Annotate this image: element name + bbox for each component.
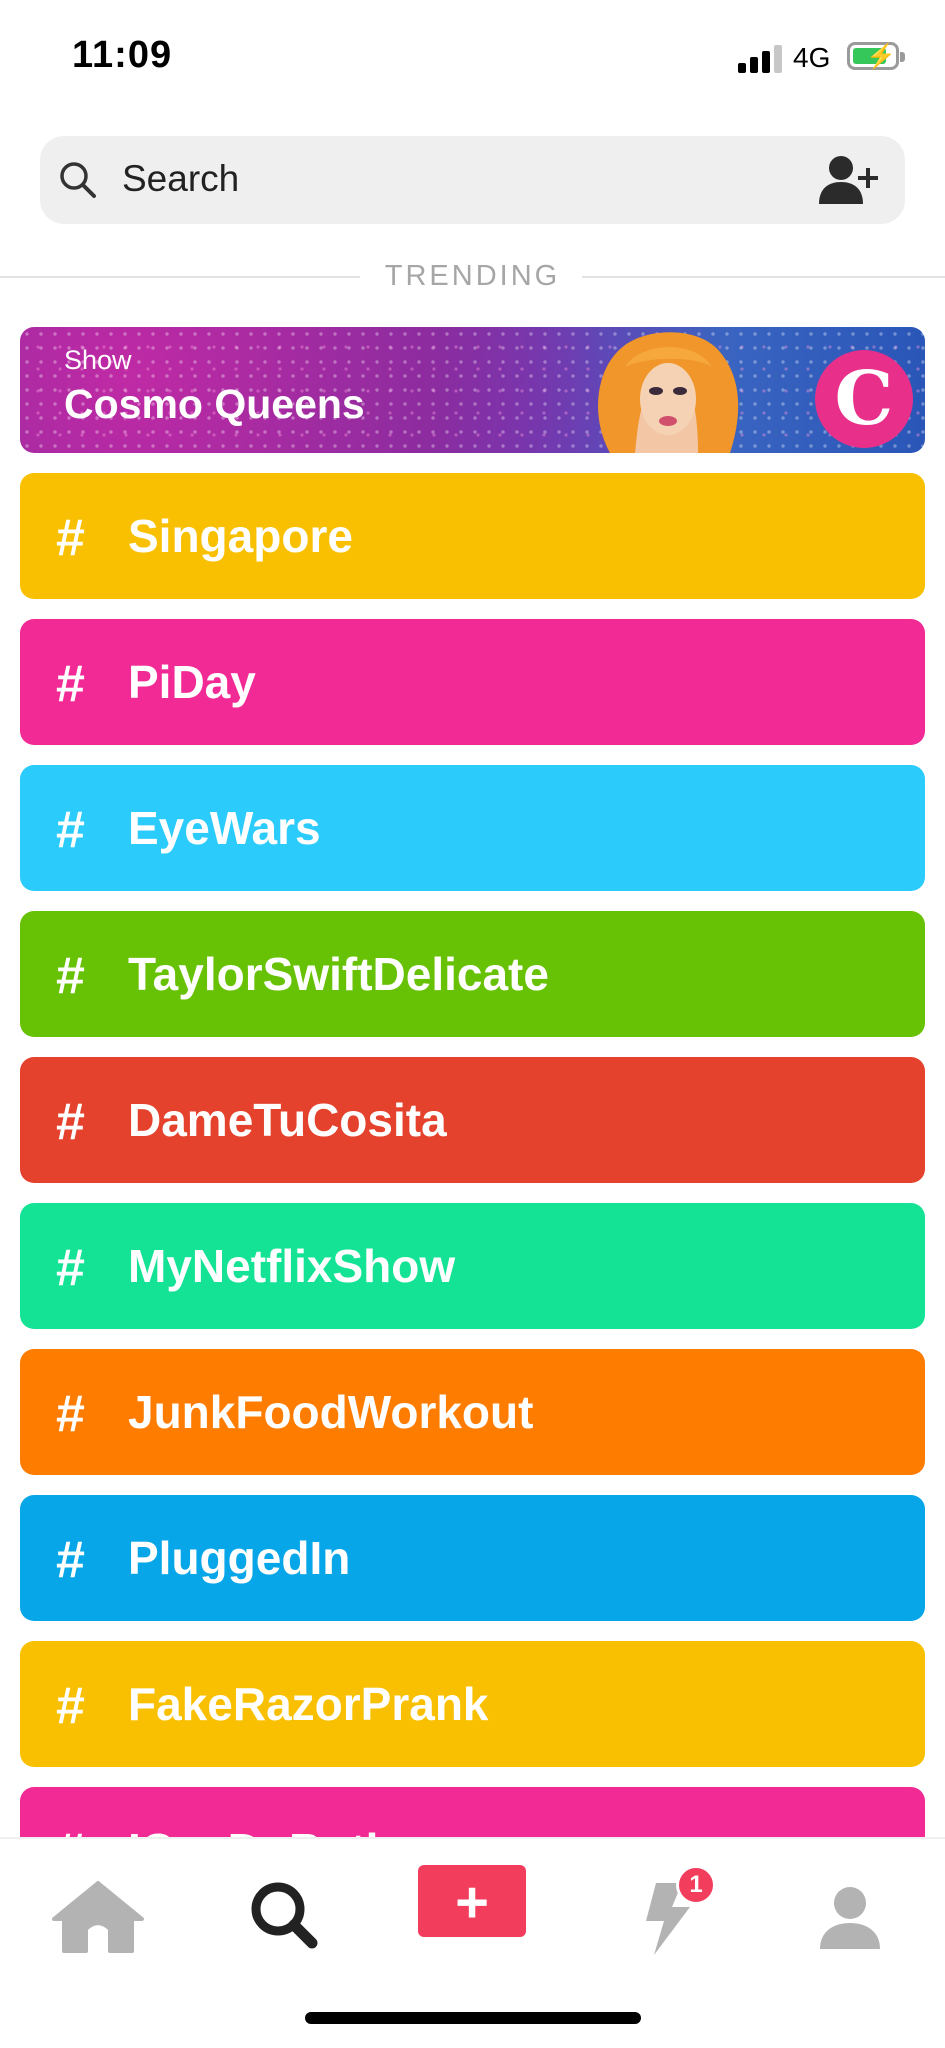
banner-kicker: Show [64, 345, 132, 375]
battery-icon: ⚡ [847, 42, 905, 70]
home-indicator [305, 2012, 641, 2024]
trending-tag[interactable]: # Singapore [20, 473, 925, 599]
hashtag-icon: # [56, 509, 85, 567]
notification-badge: 1 [676, 1865, 716, 1905]
status-time: 11:09 [72, 34, 173, 76]
search-icon [60, 162, 96, 198]
status-bar: 11:09 4G ⚡ [0, 0, 945, 120]
banner-title: Cosmo Queens [64, 381, 365, 427]
create-button[interactable]: + [418, 1865, 526, 1937]
search-bar[interactable]: Search [40, 136, 905, 224]
tag-label: JunkFoodWorkout [128, 1386, 534, 1438]
hashtag-icon: # [56, 1239, 85, 1297]
trending-tag[interactable]: # TaylorSwiftDelicate [20, 911, 925, 1037]
search-input[interactable]: Search [122, 158, 239, 200]
trending-tag[interactable]: # JunkFoodWorkout [20, 1349, 925, 1475]
tab-profile[interactable] [800, 1869, 900, 1959]
featured-show-banner[interactable]: C Show Cosmo Queens [20, 327, 925, 453]
tab-bar: + 1 [0, 1837, 945, 2048]
tag-label: FakeRazorPrank [128, 1678, 489, 1730]
hashtag-icon: # [56, 655, 85, 713]
hashtag-icon: # [56, 1093, 85, 1151]
trending-tag[interactable]: # FakeRazorPrank [20, 1641, 925, 1767]
hashtag-icon: # [56, 947, 85, 1005]
tab-home[interactable] [48, 1869, 148, 1959]
tag-label: TaylorSwiftDelicate [128, 948, 549, 1000]
home-icon [52, 1881, 144, 1953]
cosmo-logo: C [815, 350, 913, 448]
tag-label: EyeWars [128, 802, 321, 854]
trending-list: C Show Cosmo Queens # Singapore # PiDay … [20, 327, 925, 1837]
trending-tag[interactable]: # DameTuCosita [20, 1057, 925, 1183]
tab-search[interactable] [234, 1869, 334, 1959]
profile-icon [820, 1887, 880, 1949]
trending-tag[interactable]: # PiDay [20, 619, 925, 745]
tag-label: MyNetflixShow [128, 1240, 456, 1292]
hashtag-icon: # [56, 1677, 85, 1735]
signal-icon [738, 43, 784, 73]
tag-label: ICanDoBoth [128, 1823, 394, 1837]
tag-label: PiDay [128, 656, 256, 708]
hashtag-icon: # [56, 1531, 85, 1589]
trending-header: TRENDING [0, 258, 945, 294]
show-portrait-image [598, 332, 739, 453]
trending-tag[interactable]: # EyeWars [20, 765, 925, 891]
trending-tag[interactable]: # ICanDoBoth [20, 1787, 925, 1837]
tag-label: PluggedIn [128, 1532, 351, 1584]
hashtag-icon: # [56, 1385, 85, 1443]
hashtag-icon: # [56, 1822, 85, 1837]
plus-icon: + [455, 1870, 489, 1935]
add-friend-icon[interactable] [817, 154, 881, 206]
hashtag-icon: # [56, 801, 85, 859]
search-icon [251, 1882, 318, 1949]
network-type: 4G [793, 42, 831, 73]
trending-tag[interactable]: # MyNetflixShow [20, 1203, 925, 1329]
tag-label: Singapore [128, 510, 353, 562]
trending-tag[interactable]: # PluggedIn [20, 1495, 925, 1621]
tag-label: DameTuCosita [128, 1094, 447, 1146]
